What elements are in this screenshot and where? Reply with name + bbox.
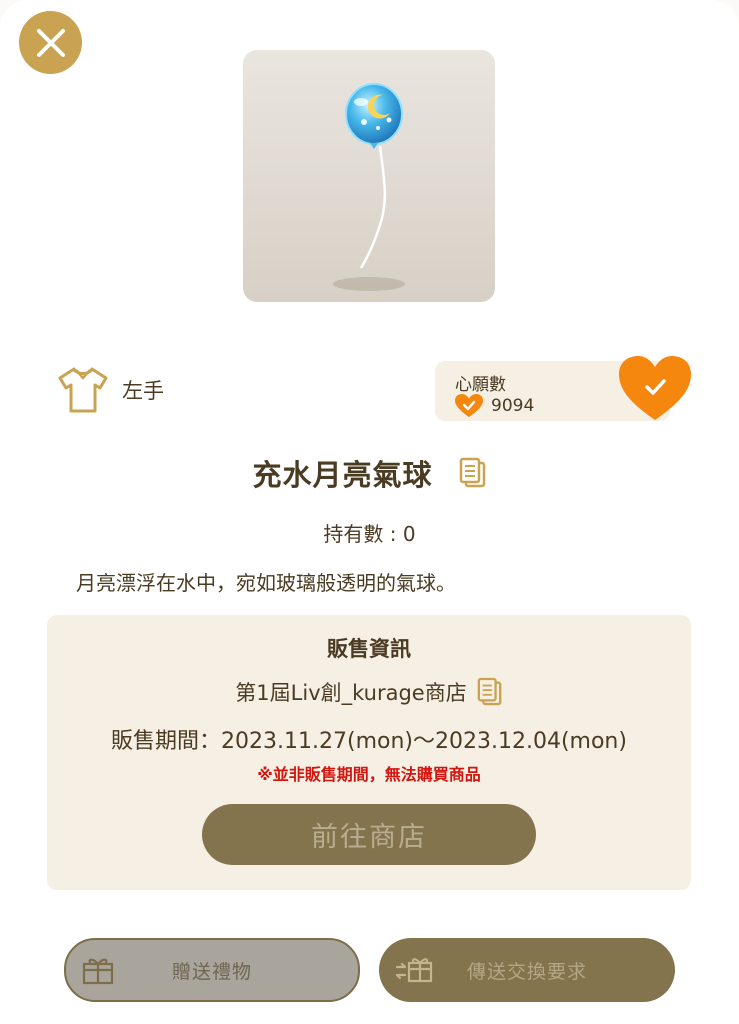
sale-info-title: 販售資訊 xyxy=(327,637,411,661)
gift-button-label: 贈送禮物 xyxy=(171,960,252,983)
wishlist-count: 9094 xyxy=(491,396,535,416)
trade-request-button-label: 傳送交換要求 xyxy=(466,960,587,983)
slot-label: 左手 xyxy=(122,379,164,403)
item-detail-panel: 左手 心願數 9094 充水月亮氣球 持有數 : 0 月亮漂浮在水中，宛如玻璃般… xyxy=(0,0,739,1024)
wishlist-count-row: 9094 xyxy=(455,394,534,418)
sale-period: 販售期間：2023.11.27(mon)～2023.12.04(mon) xyxy=(111,729,627,754)
gift-button[interactable]: 贈送禮物 xyxy=(64,938,360,1002)
gift-icon-wrap xyxy=(82,955,114,985)
shop-row: 第1屆Liv創_kurage商店 xyxy=(47,677,691,707)
copy-shop-name-button[interactable] xyxy=(477,677,503,707)
trade-request-button[interactable]: 傳送交換要求 xyxy=(379,938,675,1002)
heart-icon xyxy=(455,394,483,417)
item-name-row: 充水月亮氣球 xyxy=(0,452,739,494)
copy-icon xyxy=(459,457,485,488)
item-image xyxy=(243,50,495,302)
copy-icon xyxy=(477,677,502,706)
gift-icon xyxy=(82,958,114,985)
close-icon xyxy=(36,28,65,57)
equip-slot: 左手 xyxy=(56,366,164,414)
shop-name: 第1屆Liv創_kurage商店 xyxy=(235,681,467,705)
close-button[interactable] xyxy=(19,11,82,74)
shirt-icon xyxy=(58,367,108,413)
sale-warning: ※並非販售期間，無法購買商品 xyxy=(257,765,481,784)
sale-info-box: 販售資訊 第1屆Liv創_kurage商店 販售期間：2023.11.27(mo… xyxy=(47,615,691,890)
owned-count: 持有數 : 0 xyxy=(323,522,416,546)
goto-shop-button[interactable]: 前往商店 xyxy=(202,804,536,865)
moon-balloon-image xyxy=(333,83,405,291)
wishlist-toggle-button[interactable] xyxy=(619,356,691,422)
item-name: 充水月亮氣球 xyxy=(252,458,433,492)
item-description: 月亮漂浮在水中，宛如玻璃般透明的氣球。 xyxy=(76,571,456,595)
trade-icon xyxy=(395,958,433,983)
heart-check-icon xyxy=(619,356,691,420)
trade-icon-wrap xyxy=(395,955,435,985)
copy-item-name-button[interactable] xyxy=(459,457,487,489)
wishlist-title: 心願數 xyxy=(455,375,506,395)
